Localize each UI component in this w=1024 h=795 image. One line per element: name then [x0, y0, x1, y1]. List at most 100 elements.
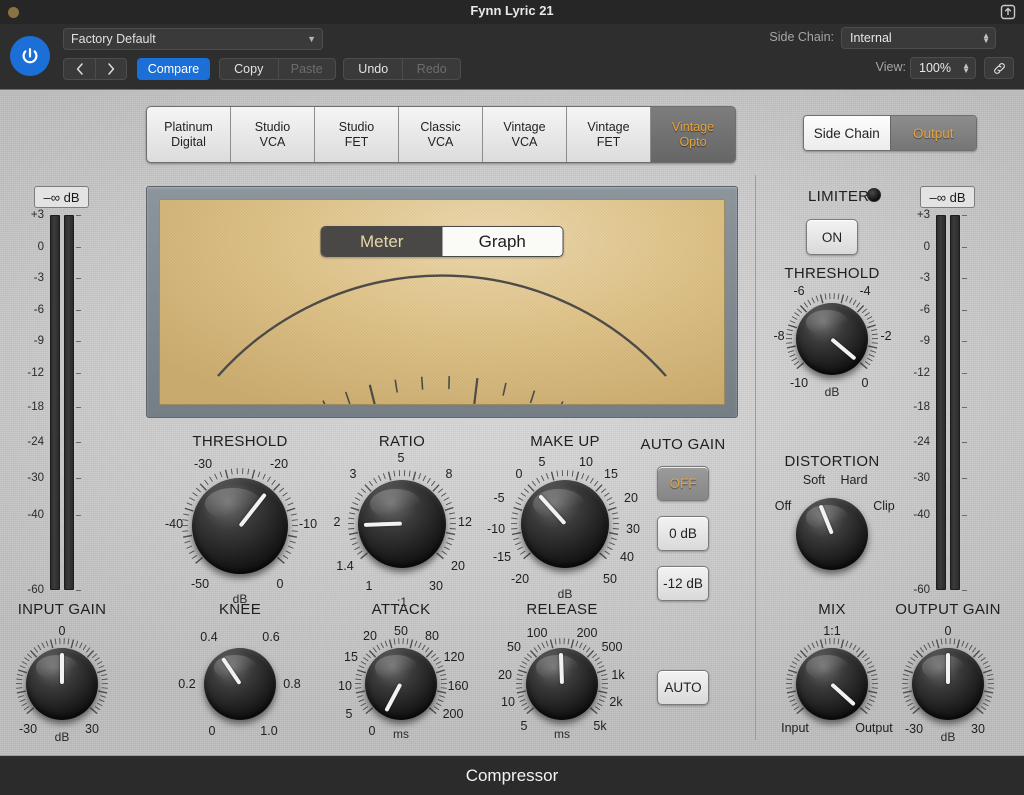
- mix-knob-tick-label: Output: [855, 721, 893, 735]
- threshold-title: THRESHOLD: [192, 433, 288, 450]
- vu-tick: [368, 384, 376, 404]
- threshold-knob-tick-label: -40: [164, 517, 184, 531]
- tab-output[interactable]: Output: [889, 116, 976, 150]
- knee-knob-tick-label: 1.0: [260, 724, 278, 738]
- ratio-knob-tick-label: 8: [445, 467, 453, 481]
- attack-knob-tick-label: 200: [442, 707, 464, 721]
- vu-tick: [394, 379, 398, 393]
- makeup-knob-tick-label: -10: [486, 522, 506, 536]
- section-divider: [755, 175, 756, 740]
- knee-knob[interactable]: [204, 648, 276, 720]
- window-title: Fynn Lyric 21: [470, 3, 554, 18]
- tab-graph[interactable]: Graph: [442, 227, 563, 256]
- sidechain-output-toggle[interactable]: Side Chain Output: [803, 115, 977, 151]
- copy-button[interactable]: Copy: [220, 59, 278, 79]
- release-knob-tick-label: 1k: [611, 668, 625, 682]
- vu-meter-display: -50-30-20-10-50 Meter Graph: [146, 186, 738, 418]
- distortion-knob-tick-label: Off: [774, 499, 792, 513]
- auto-gain-0db-button[interactable]: 0 dB: [657, 516, 709, 551]
- view-label: View:: [875, 60, 906, 74]
- ratio-title: RATIO: [378, 433, 426, 450]
- knob-body: [204, 648, 276, 720]
- next-preset-button[interactable]: [95, 59, 126, 79]
- distortion-knob-tick-label: Clip: [873, 499, 895, 513]
- input-gain-knob[interactable]: [15, 638, 109, 720]
- attack-knob[interactable]: [354, 638, 448, 720]
- redo-button: Redo: [402, 59, 460, 79]
- distortion-knob-tick-label: Hard: [840, 473, 868, 487]
- knob-pointer: [60, 653, 64, 684]
- output-gain-knob[interactable]: [901, 638, 995, 720]
- distortion-knob[interactable]: [796, 498, 868, 570]
- model-tab-vintage-fet[interactable]: Vintage FET: [567, 107, 651, 162]
- model-tab-vintage-vca[interactable]: Vintage VCA: [483, 107, 567, 162]
- copy-paste-group[interactable]: Copy Paste: [219, 58, 336, 80]
- model-tab-classic-vca[interactable]: Classic VCA: [399, 107, 483, 162]
- release-knob-tick-label: 5: [520, 719, 528, 733]
- input-gain-title: INPUT GAIN: [17, 601, 107, 618]
- auto-gain-off-button[interactable]: OFF: [657, 466, 709, 501]
- distortion-knob-tick-label: Soft: [802, 473, 826, 487]
- model-tab-line1: Platinum: [164, 119, 213, 134]
- model-tab-studio-fet[interactable]: Studio FET: [315, 107, 399, 162]
- ratio-knob[interactable]: [348, 470, 456, 568]
- release-knob-tick-label: ms: [554, 727, 570, 741]
- threshold-knob-tick-label: 0: [276, 577, 284, 591]
- model-tab-platinum-digital[interactable]: Platinum Digital: [147, 107, 231, 162]
- undo-redo-group[interactable]: Undo Redo: [343, 58, 461, 80]
- model-tab-studio-vca[interactable]: Studio VCA: [231, 107, 315, 162]
- prev-preset-button[interactable]: [64, 59, 95, 79]
- tab-side-chain[interactable]: Side Chain: [804, 116, 890, 150]
- model-tab-line1: Studio: [338, 119, 375, 134]
- ratio-knob-tick-label: 20: [451, 559, 465, 573]
- release-knob-tick-label: 200: [576, 626, 598, 640]
- vu-tick: [344, 391, 351, 404]
- power-button[interactable]: [10, 36, 50, 76]
- makeup-knob-tick-label: dB: [557, 587, 573, 601]
- tab-meter[interactable]: Meter: [321, 227, 442, 256]
- ratio-knob-tick-label: 5: [397, 451, 405, 465]
- knee-knob-tick-label: 0.6: [262, 630, 280, 644]
- limiter-on-button[interactable]: ON: [806, 219, 858, 255]
- attack-knob-tick-label: 120: [443, 650, 465, 664]
- model-tab-line2: Digital: [171, 134, 206, 149]
- preset-select[interactable]: Factory Default ▼: [63, 28, 323, 50]
- model-tabs[interactable]: Platinum Digital Studio VCA Studio FET Classic…: [146, 106, 736, 163]
- attack-knob-tick-label: 15: [344, 650, 358, 664]
- compare-button[interactable]: Compare: [137, 58, 210, 80]
- view-zoom-select[interactable]: 100% ▲ ▼: [910, 57, 976, 79]
- vu-tick: [420, 376, 424, 390]
- limiter-threshold-knob-tick-label: -4: [859, 284, 871, 298]
- attack-knob-tick-label: 10: [338, 679, 352, 693]
- undo-button[interactable]: Undo: [344, 59, 402, 79]
- auto-gain-minus12db-button[interactable]: -12 dB: [657, 566, 709, 601]
- limiter-threshold-knob-tick-label: -8: [773, 329, 785, 343]
- output-gain-knob-tick-label: 30: [971, 722, 985, 736]
- model-tab-vintage-opto[interactable]: Vintage Opto: [651, 107, 735, 162]
- knob-body: [796, 498, 868, 570]
- output-gain-title: OUTPUT GAIN: [895, 601, 1001, 618]
- mix-knob[interactable]: [785, 638, 879, 720]
- side-chain-select[interactable]: Internal ▲ ▼: [841, 27, 996, 49]
- limiter-threshold-title: THRESHOLD: [784, 265, 880, 282]
- attack-knob-tick-label: ms: [393, 727, 409, 741]
- auto-release-button[interactable]: AUTO: [657, 670, 709, 705]
- meter-graph-toggle[interactable]: Meter Graph: [320, 226, 564, 257]
- makeup-knob[interactable]: [511, 470, 619, 568]
- mix-knob-tick-label: Input: [781, 721, 809, 735]
- plugin-name: Compressor: [465, 765, 559, 785]
- release-knob[interactable]: [515, 638, 609, 720]
- chevron-down-icon: ▼: [307, 34, 316, 44]
- preset-nav-group[interactable]: [63, 58, 127, 80]
- export-icon[interactable]: [999, 3, 1017, 21]
- side-chain-value: Internal: [850, 31, 892, 45]
- view-zoom-value: 100%: [919, 61, 951, 75]
- release-knob-tick-label: 10: [501, 695, 515, 709]
- vu-tick: [473, 377, 479, 404]
- attack-knob-tick-label: 5: [345, 707, 353, 721]
- link-icon[interactable]: [984, 57, 1014, 79]
- makeup-knob-tick-label: 10: [579, 455, 593, 469]
- makeup-knob-tick-label: -20: [510, 572, 530, 586]
- threshold-knob[interactable]: [182, 468, 298, 574]
- limiter-threshold-knob[interactable]: [785, 293, 879, 375]
